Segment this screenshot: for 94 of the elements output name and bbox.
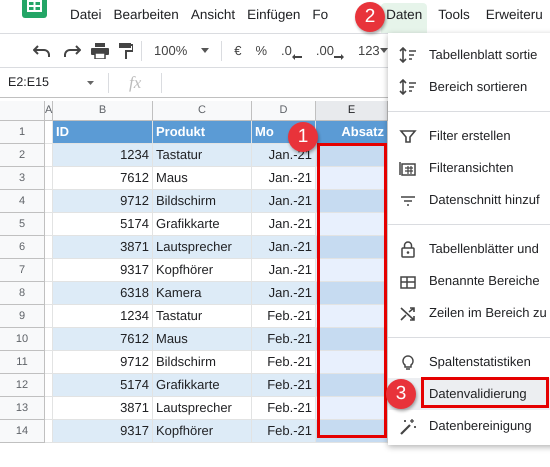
row-header[interactable]: 4 [0, 190, 45, 213]
sheets-logo-icon [22, 0, 47, 18]
row-header[interactable]: 1 [0, 121, 45, 144]
header-cell: Absatz [316, 121, 388, 144]
table-cell: Jan.-21 [252, 190, 316, 213]
row-header[interactable]: 14 [0, 420, 45, 443]
menu-item[interactable]: Einfügen [242, 3, 306, 27]
table-cell [316, 190, 388, 213]
caret-icon [87, 80, 94, 84]
table-cell: Tastatur [153, 144, 252, 167]
undo-icon [33, 44, 51, 58]
header-cell: Produkt [153, 121, 252, 144]
row-header[interactable]: 7 [0, 259, 45, 282]
table-cell: Kamera [153, 282, 252, 305]
format-button[interactable]: % [251, 38, 272, 62]
sort-icon [399, 78, 417, 96]
table-cell [316, 374, 388, 397]
select-all-corner[interactable] [0, 101, 45, 121]
menu-item[interactable]: Erweiteru [480, 3, 548, 27]
fx-label: fx [128, 72, 142, 94]
menu-item[interactable]: Bearbeiten [108, 3, 184, 27]
table-cell [316, 259, 388, 282]
format-button[interactable]: .0 [277, 38, 306, 62]
row-header[interactable]: 6 [0, 236, 45, 259]
row-header[interactable]: 8 [0, 282, 45, 305]
magic-wand-icon [399, 418, 417, 434]
menu-item[interactable]: Tools [433, 3, 475, 27]
table-cell [316, 351, 388, 374]
menu-item[interactable]: Datenbereinigung [388, 410, 550, 442]
table-cell: 9317 [53, 420, 153, 443]
row-header[interactable]: 5 [0, 213, 45, 236]
arrow-left-icon [292, 54, 302, 60]
menu-item[interactable]: Zeilen im Bereich zu [388, 297, 550, 329]
menu-item[interactable]: Fo [307, 3, 334, 27]
format-button[interactable]: € [230, 38, 246, 62]
table-cell: 7612 [53, 328, 153, 351]
table-cell: Kopfhörer [153, 420, 252, 443]
row-header[interactable]: 2 [0, 144, 45, 167]
table-cell [316, 282, 388, 305]
table-cell [316, 167, 388, 190]
table-cell [316, 397, 388, 420]
step-callout-badge: 2 [355, 2, 385, 32]
table-cell: 5174 [53, 374, 153, 397]
table-cell: 6318 [53, 282, 153, 305]
menu-item[interactable]: Datei [65, 3, 107, 27]
column-header[interactable]: A [45, 101, 53, 121]
filter-icon [399, 128, 417, 144]
table-cell: Feb.-21 [252, 374, 316, 397]
row-header[interactable]: 3 [0, 167, 45, 190]
filter-views-icon [399, 160, 417, 176]
menu-item[interactable]: Datenschnitt hinzuf [388, 184, 550, 216]
caret-icon [380, 48, 388, 53]
menu-item[interactable]: Tabellenblätter und [388, 233, 550, 265]
row-header[interactable]: 10 [0, 328, 45, 351]
column-header[interactable]: E [316, 101, 388, 121]
table-cell [316, 236, 388, 259]
row-header[interactable]: 11 [0, 351, 45, 374]
print-icon [91, 42, 109, 58]
table-cell: Jan.-21 [252, 236, 316, 259]
header-cell: ID [53, 121, 153, 144]
table-cell: 9712 [53, 190, 153, 213]
menu-item[interactable]: Bereich sortieren [388, 71, 550, 103]
row-header[interactable]: 9 [0, 305, 45, 328]
table-cell: Lautsprecher [153, 236, 252, 259]
column-header[interactable]: D [252, 101, 316, 121]
table-cell: 3871 [53, 236, 153, 259]
column-header[interactable]: B [53, 101, 153, 121]
table-cell: Maus [153, 328, 252, 351]
table-cell: Bildschirm [153, 190, 252, 213]
column-header[interactable]: C [153, 101, 252, 121]
zoom-dropdown[interactable]: 100% [150, 38, 214, 62]
format-button[interactable]: .00 [312, 38, 348, 62]
caret-icon [201, 48, 210, 53]
table-cell [316, 305, 388, 328]
arrow-right-icon [334, 54, 344, 60]
table-cell: Grafikkarte [153, 374, 252, 397]
menu-item[interactable]: Benannte Bereiche [388, 265, 550, 297]
menu-item[interactable]: Filter erstellen [388, 120, 550, 152]
menu-item[interactable]: Filteransichten [388, 152, 550, 184]
lock-icon [399, 240, 417, 258]
table-cell: Jan.-21 [252, 282, 316, 305]
shuffle-icon [399, 304, 417, 322]
table-cell: Feb.-21 [252, 328, 316, 351]
redo-icon [63, 44, 81, 58]
row-header[interactable]: 13 [0, 397, 45, 420]
menu-item[interactable]: Daten [381, 3, 428, 33]
menu-item[interactable]: Ansicht [186, 3, 240, 27]
paint-format-icon [119, 42, 133, 58]
name-box[interactable]: E2:E15 [0, 73, 100, 92]
table-cell: Feb.-21 [252, 420, 316, 443]
row-header[interactable]: 12 [0, 374, 45, 397]
menu-item[interactable]: Spaltenstatistiken [388, 346, 550, 378]
sort-icon [399, 46, 417, 64]
table-cell: 1234 [53, 144, 153, 167]
